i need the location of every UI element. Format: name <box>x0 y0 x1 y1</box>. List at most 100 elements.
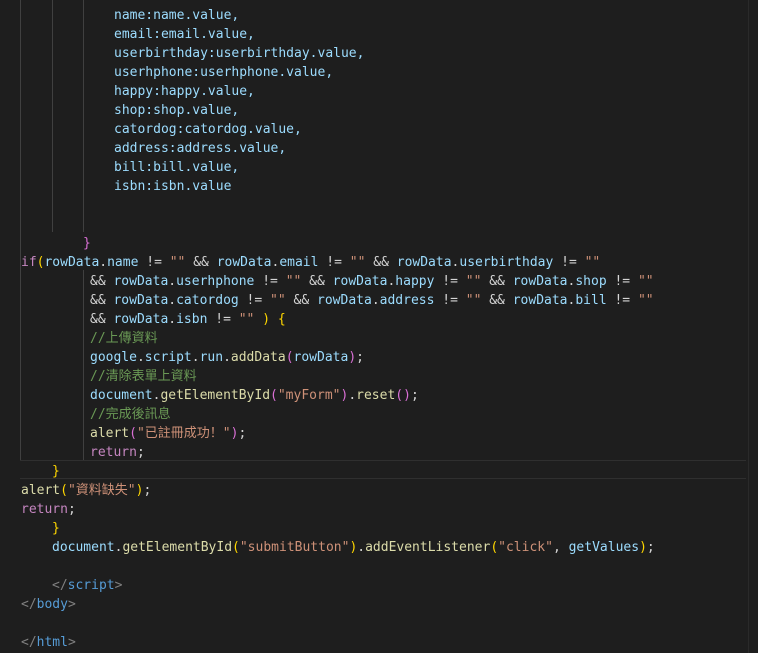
code-token: shop:shop.value, <box>114 103 240 118</box>
code-token: } <box>52 464 60 479</box>
code-line[interactable]: && rowData.userhphone != "" && rowData.h… <box>90 272 654 291</box>
code-token: ; <box>646 540 655 555</box>
code-line[interactable]: bill:bill.value, <box>114 158 239 177</box>
code-token: rowData <box>396 255 452 270</box>
code-line[interactable]: //清除表單上資料 <box>90 367 197 386</box>
code-line[interactable]: } <box>52 519 60 538</box>
code-token: </ <box>21 635 37 650</box>
code-token: "" <box>238 312 255 327</box>
code-line[interactable]: happy:happy.value, <box>114 82 255 101</box>
code-token: != <box>606 293 638 308</box>
code-token: //清除表單上資料 <box>90 369 197 384</box>
code-token: //完成後訊息 <box>90 407 171 422</box>
code-line[interactable]: </script> <box>52 576 122 595</box>
code-token: && <box>285 293 318 308</box>
current-line-highlight <box>20 460 746 479</box>
code-line[interactable]: return; <box>21 500 76 519</box>
code-token: "" <box>285 274 302 289</box>
code-token: != <box>434 293 466 308</box>
code-token: rowData <box>113 293 169 308</box>
code-token: "" <box>637 274 654 289</box>
code-token: } <box>52 521 60 536</box>
code-token: ; <box>238 426 247 441</box>
code-token: ; <box>67 502 76 517</box>
code-token: getValues <box>568 540 640 555</box>
code-line[interactable]: alert("已註冊成功！"); <box>90 424 246 443</box>
code-token: reset <box>356 388 396 403</box>
code-line[interactable]: </html> <box>21 633 76 652</box>
code-token: rowData <box>332 274 388 289</box>
code-token: != <box>138 255 170 270</box>
code-token: != <box>238 293 271 308</box>
code-token: != <box>318 255 350 270</box>
code-token: happy:happy.value, <box>114 84 255 99</box>
code-line[interactable]: name:name.value, <box>114 6 239 25</box>
code-token: script <box>67 578 115 593</box>
code-token: </ <box>52 578 68 593</box>
code-line[interactable]: google.script.run.addData(rowData); <box>90 348 364 367</box>
code-editor[interactable]: name:name.value, email:email.value, userbi… <box>0 0 758 653</box>
code-token: ( <box>395 388 404 403</box>
code-token: "" <box>169 255 186 270</box>
code-token: && <box>481 274 513 289</box>
indent-guide <box>52 0 53 232</box>
code-token: && <box>90 312 114 327</box>
code-token: rowData <box>216 255 272 270</box>
code-line[interactable]: isbn:isbn.value <box>114 177 231 196</box>
code-token: . <box>357 540 366 555</box>
code-token: > <box>67 635 76 650</box>
code-token: && <box>185 255 217 270</box>
code-line[interactable]: </body> <box>21 595 76 614</box>
code-token: . <box>99 255 108 270</box>
code-token: . <box>348 388 357 403</box>
code-token: != <box>606 274 638 289</box>
code-line[interactable]: catordog:catordog.value, <box>114 120 302 139</box>
code-token: . <box>168 274 177 289</box>
code-line[interactable]: } <box>83 234 91 253</box>
code-token: ( <box>60 483 68 498</box>
code-line[interactable]: userbirthday:userbirthday.value, <box>114 44 364 63</box>
code-line[interactable]: alert("資料缺失"); <box>21 481 151 500</box>
code-token: email:email.value, <box>114 27 255 42</box>
code-token: addEventListener <box>365 540 491 555</box>
code-token: "" <box>270 293 286 308</box>
code-token: getElementById <box>160 388 271 403</box>
code-line[interactable]: document.getElementById("myForm").reset(… <box>90 386 419 405</box>
code-token: . <box>371 293 380 308</box>
code-token: ) <box>262 312 271 327</box>
code-token: ; <box>143 483 152 498</box>
code-line[interactable]: shop:shop.value, <box>114 101 239 120</box>
code-token: && <box>481 293 513 308</box>
code-line[interactable]: if(rowData.name != "" && rowData.email !… <box>21 253 600 272</box>
code-token: script <box>144 350 192 365</box>
code-line[interactable]: && rowData.isbn != "" ) { <box>90 310 286 329</box>
code-token: email <box>279 255 319 270</box>
code-token: catordog <box>176 293 239 308</box>
code-token: "" <box>584 255 601 270</box>
code-line[interactable]: //上傳資料 <box>90 329 158 348</box>
vertical-scrollbar[interactable] <box>748 0 758 653</box>
code-line[interactable]: email:email.value, <box>114 25 255 44</box>
code-line[interactable]: } <box>52 462 60 481</box>
code-token: && <box>365 255 397 270</box>
code-line[interactable]: return; <box>90 443 145 462</box>
code-token: userbirthday:userbirthday.value, <box>114 46 365 61</box>
code-token: "click" <box>498 540 553 555</box>
code-line[interactable]: //完成後訊息 <box>90 405 171 424</box>
code-token: ( <box>270 388 278 403</box>
code-line[interactable]: && rowData.catordog != "" && rowData.add… <box>90 291 654 310</box>
code-line[interactable]: document.getElementById("submitButton").… <box>52 538 655 557</box>
indent-guide <box>83 0 84 232</box>
code-line[interactable]: userhphone:userhphone.value, <box>114 63 333 82</box>
indent-guide <box>20 0 21 460</box>
code-token: > <box>114 578 123 593</box>
code-token: "" <box>637 293 654 308</box>
code-line[interactable]: address:address.value, <box>114 139 286 158</box>
code-token: ; <box>410 388 419 403</box>
code-token: rowData <box>113 312 169 327</box>
code-token: > <box>67 597 76 612</box>
code-token: "已註冊成功！" <box>136 426 231 441</box>
code-token: . <box>136 350 145 365</box>
code-token: userbirthday <box>459 255 554 270</box>
